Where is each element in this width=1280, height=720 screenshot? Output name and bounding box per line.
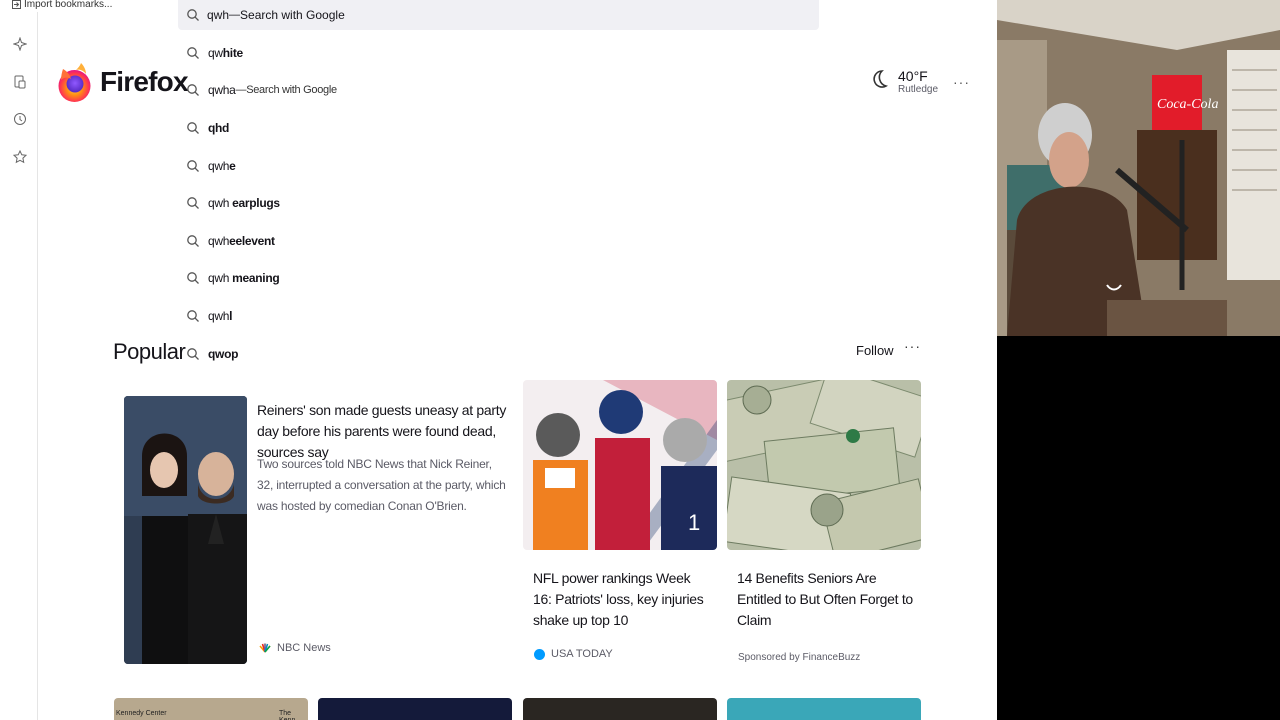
- suggestion-prefix: qw: [208, 45, 223, 60]
- suggestion-completion: qhd: [208, 120, 230, 135]
- thumb-caption: Kennedy Center: [116, 710, 167, 717]
- story-image-reiners: [124, 396, 247, 664]
- suggestion-item[interactable]: qwh l: [178, 297, 819, 335]
- firefox-globe-icon: [58, 63, 91, 102]
- story-thumb-bottom-4[interactable]: [727, 698, 921, 720]
- search-icon: [187, 272, 199, 285]
- thumb-caption: The Kenn: [279, 710, 295, 720]
- story-source: Sponsored by FinanceBuzz: [738, 652, 860, 663]
- bookmarks-star-icon[interactable]: [12, 149, 28, 166]
- suggestion-completion: eelevent: [229, 233, 275, 248]
- suggestion-item[interactable]: qw hite: [178, 34, 819, 72]
- synced-tabs-icon[interactable]: [12, 75, 28, 91]
- search-suggestions: qw hite qwha — Search with Google qhd qwh…: [178, 34, 819, 372]
- weather-menu-button[interactable]: ···: [953, 74, 970, 90]
- search-icon: [187, 46, 199, 59]
- weather-city: Rutledge: [898, 84, 939, 95]
- follow-button[interactable]: Follow: [847, 339, 903, 362]
- browser-window: Import bookmarks... Firefox 40°F Rutledg…: [0, 0, 997, 720]
- section-menu-button[interactable]: ···: [904, 338, 921, 354]
- firefox-wordmark: Firefox: [100, 66, 189, 97]
- address-bar-engine: Search with Google: [240, 8, 345, 22]
- search-icon: [187, 84, 199, 97]
- search-icon: [187, 159, 199, 172]
- story-source-label: Sponsored by FinanceBuzz: [738, 652, 861, 663]
- sidebar: [0, 12, 38, 720]
- suggestion-prefix: qwh: [208, 196, 233, 211]
- address-bar-query[interactable]: qwh: [207, 8, 229, 22]
- suggestion-item[interactable]: qwh eelevent: [178, 222, 819, 260]
- history-icon[interactable]: [12, 112, 28, 128]
- import-bookmarks-button[interactable]: Import bookmarks...: [12, 0, 112, 10]
- search-icon: [187, 9, 199, 21]
- story-source: USA TODAY: [534, 648, 613, 660]
- suggestion-completion: hite: [222, 45, 243, 60]
- story-title[interactable]: 14 Benefits Seniors Are Entitled to But …: [737, 568, 917, 631]
- story-source-label: NBC News: [277, 642, 331, 654]
- suggestion-completion: earplugs: [232, 196, 280, 211]
- suggestion-completion: meaning: [232, 271, 280, 286]
- firefox-logo: Firefox: [57, 57, 189, 107]
- search-icon: [187, 197, 199, 210]
- suggestion-prefix: qwh: [208, 158, 230, 173]
- suggestion-item[interactable]: qwh earplugs: [178, 184, 819, 222]
- search-icon: [187, 310, 199, 322]
- suggestion-prefix: qwh: [208, 308, 230, 323]
- usa-today-icon: [534, 648, 545, 660]
- moon-icon: [873, 70, 888, 88]
- suggestion-completion: qwop: [208, 346, 239, 361]
- suggestion-item[interactable]: qhd: [178, 109, 819, 147]
- svg-text:Coca-Cola: Coca-Cola: [1157, 97, 1218, 112]
- nbc-peacock-icon: [259, 643, 271, 653]
- story-image-money: [727, 380, 921, 550]
- suggestion-prefix: qwha: [208, 83, 236, 98]
- story-source: NBC News: [259, 642, 331, 654]
- search-icon: [187, 234, 199, 247]
- import-bookmarks-label: Import bookmarks...: [24, 0, 113, 10]
- webcam-video-image: Coca-Cola: [997, 0, 1280, 336]
- section-title-popular: Popular: [113, 339, 186, 364]
- story-image-nfl: 1: [523, 380, 717, 550]
- story-thumb-bottom-1[interactable]: Kennedy Center The Kenn: [114, 698, 308, 720]
- suggestion-item[interactable]: qwop: [178, 335, 819, 373]
- search-icon: [187, 347, 199, 360]
- story-source-label: USA TODAY: [551, 648, 613, 660]
- story-excerpt: Two sources told NBC News that Nick Rein…: [257, 457, 506, 513]
- suggestion-separator: —: [235, 84, 247, 97]
- suggestion-prefix: qwh: [208, 233, 230, 248]
- address-bar-separator: —: [229, 9, 241, 21]
- ai-chatbot-icon[interactable]: [12, 36, 28, 53]
- screen-background: [997, 336, 1280, 720]
- suggestion-completion: l: [229, 308, 233, 323]
- suggestion-engine: Search with Google: [246, 84, 337, 97]
- story-thumb-bottom-2[interactable]: [318, 698, 512, 720]
- address-bar[interactable]: qwh — Search with Google: [178, 0, 819, 30]
- story-card-sponsored[interactable]: 14 Benefits Seniors Are Entitled to But …: [727, 380, 921, 674]
- suggestion-item[interactable]: qwha — Search with Google: [178, 72, 819, 110]
- story-title[interactable]: NFL power rankings Week 16: Patriots' lo…: [533, 568, 711, 631]
- weather-temperature: 40°F: [898, 68, 928, 84]
- suggestion-item[interactable]: qwh meaning: [178, 260, 819, 298]
- search-icon: [187, 122, 199, 134]
- story-card-main[interactable]: Reiners' son made guests uneasy at party…: [114, 380, 513, 674]
- story-card-nfl[interactable]: 1 NFL power rankings Week 16: Patriots' …: [523, 380, 717, 674]
- weather-widget[interactable]: 40°F Rutledge: [870, 68, 938, 95]
- svg-text:1: 1: [688, 510, 700, 535]
- suggestion-prefix: qwh: [208, 271, 233, 286]
- import-icon: [12, 0, 21, 9]
- story-thumb-bottom-3[interactable]: [523, 698, 717, 720]
- webcam-overlay: Coca-Cola: [997, 0, 1280, 336]
- suggestion-item[interactable]: qwh e: [178, 147, 819, 185]
- suggestion-completion: e: [229, 158, 236, 173]
